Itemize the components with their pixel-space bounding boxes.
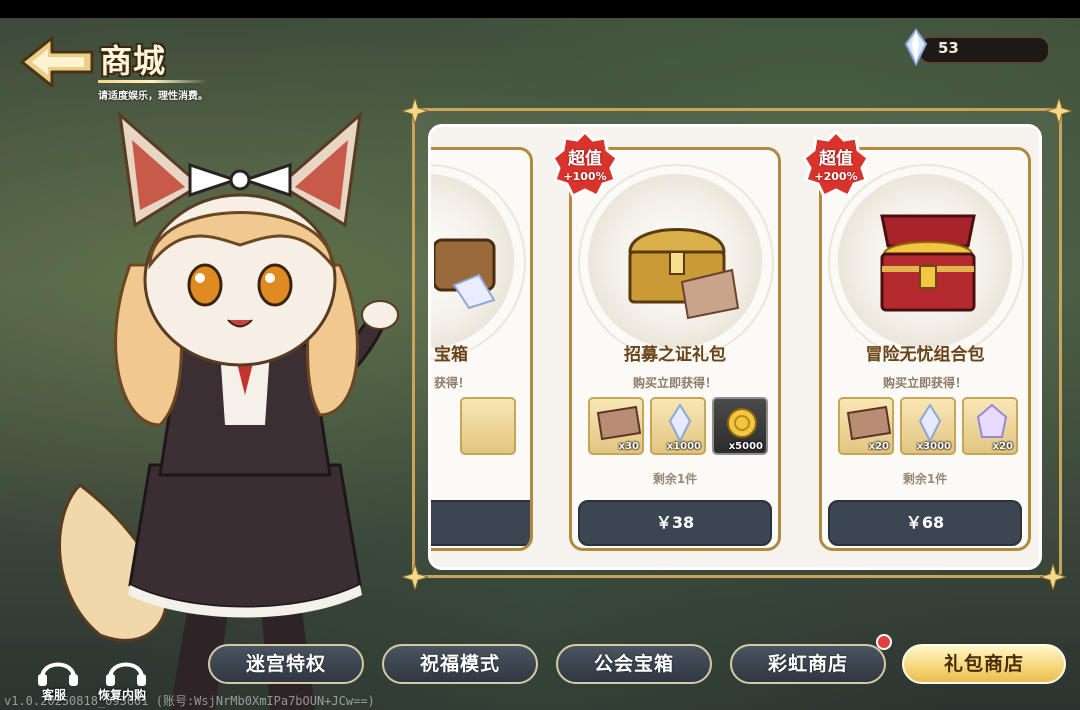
card-title: 宝箱 (434, 345, 468, 365)
item-tile (460, 397, 516, 455)
card-title: 冒险无忧组合包 (865, 345, 985, 365)
crystal-icon[interactable]: x3000 (900, 397, 956, 455)
tab-blessing-mode[interactable]: 祝福模式 (382, 644, 538, 684)
back-button[interactable] (18, 34, 96, 90)
card-subtitle: 购买立即获得！ (882, 376, 967, 390)
value-badge: 超值 +100% (549, 130, 621, 202)
item-count: x20 (868, 441, 889, 452)
title-underline (98, 80, 208, 83)
crystal-icon (902, 28, 930, 67)
card-subtitle: 获得！ (434, 376, 471, 390)
corner-star-icon (1046, 98, 1072, 124)
recruit-ticket-icon[interactable]: x20 (838, 397, 894, 455)
gift-pack-card-recruit[interactable]: 招募之证礼包 购买立即获得！ x30 x1000 x5000 剩余1件 ￥38 (569, 147, 781, 551)
badge-percent: +200% (814, 170, 858, 183)
price-button[interactable]: ￥38 (578, 500, 772, 546)
badge-label: 超值 (568, 149, 602, 169)
top-letterbox (0, 0, 1080, 18)
fox-girl-character-illustration (58, 111, 399, 710)
gift-pack-card-adventure[interactable]: 冒险无忧组合包 购买立即获得！ x20 x3000 x20 剩余1件 ￥68 (819, 147, 1031, 551)
stock-remaining: 剩余1件 (652, 472, 698, 486)
back-arrow-icon (20, 36, 94, 88)
shop-screen: 商城 请适度娱乐，理性消费。 53 宝箱 获得！ 招募之证礼包 购买立即获得！ … (0, 0, 1080, 710)
tab-rainbow-shop[interactable]: 彩虹商店 (730, 644, 886, 684)
crystal-icon[interactable]: x1000 (650, 397, 706, 455)
tab-labyrinth-privilege[interactable]: 迷宫特权 (208, 644, 364, 684)
value-badge: 超值 +200% (800, 130, 872, 202)
item-count: x3000 (916, 441, 951, 452)
gift-pack-list[interactable]: 宝箱 获得！ 招募之证礼包 购买立即获得！ x30 x1000 x5000 剩余… (428, 124, 1042, 570)
currency-value: 53 (938, 39, 959, 57)
gold-coin-icon[interactable]: x5000 (712, 397, 768, 455)
gold-chest-icon (628, 228, 740, 320)
notification-dot (876, 634, 892, 650)
version-info: v1.0.20250818_093601 (账号:WsjNrMb0XmIPa7b… (4, 694, 375, 708)
page-title: 商城 (100, 42, 167, 80)
corner-star-icon (402, 98, 428, 124)
item-count: x20 (992, 441, 1013, 452)
tab-guild-chest[interactable]: 公会宝箱 (556, 644, 712, 684)
headset-icon (106, 662, 146, 686)
badge-percent: +100% (563, 170, 607, 183)
badge-label: 超值 (819, 149, 853, 169)
card-title: 招募之证礼包 (624, 345, 726, 365)
purple-crystal-icon[interactable]: x20 (962, 397, 1018, 455)
gift-pack-card-partial[interactable]: 宝箱 获得！ (431, 147, 533, 551)
treasure-chest-icon (434, 238, 496, 310)
reward-items-row: x30 x1000 x5000 (588, 397, 772, 459)
headset-icon (38, 662, 78, 686)
red-treasure-chest-icon (880, 214, 976, 312)
stock-remaining: 剩余1件 (902, 472, 948, 486)
recruit-ticket-icon[interactable]: x30 (588, 397, 644, 455)
item-count: x1000 (666, 441, 701, 452)
price-button[interactable]: ￥68 (828, 500, 1022, 546)
corner-star-icon (402, 564, 428, 590)
card-subtitle: 购买立即获得！ (632, 376, 717, 390)
reward-items-row: x20 x3000 x20 (838, 397, 1022, 459)
corner-star-icon (1040, 564, 1066, 590)
tab-gift-shop[interactable]: 礼包商店 (902, 644, 1066, 684)
item-count: x5000 (728, 441, 763, 452)
price-button[interactable] (431, 500, 530, 546)
item-count: x30 (618, 441, 639, 452)
